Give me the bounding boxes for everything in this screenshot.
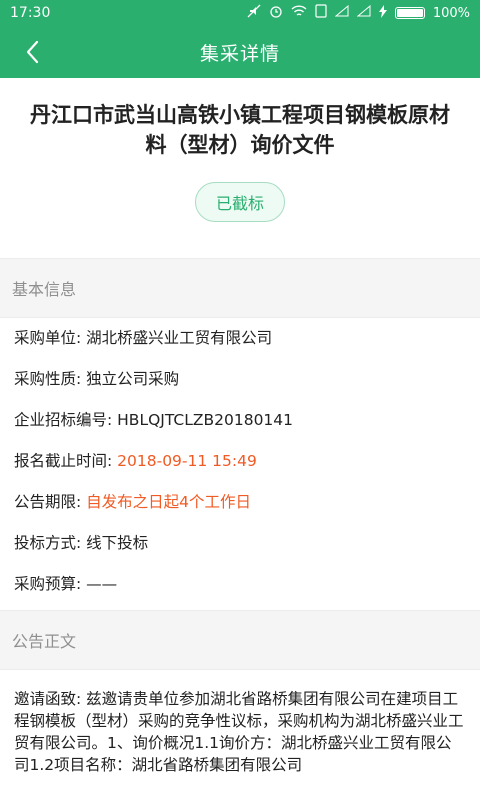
info-label: 采购性质:: [14, 370, 87, 388]
info-value: 2018-09-11 15:49: [117, 452, 257, 470]
battery-icon: [394, 7, 425, 19]
charging-icon: [378, 4, 387, 22]
battery-fill: [396, 9, 423, 17]
status-icons: 100%: [247, 4, 470, 22]
info-row-budget: 采购预算: ——: [14, 574, 466, 594]
status-bar: 17:30 100%: [0, 0, 480, 26]
info-label: 投标方式:: [14, 534, 87, 552]
info-row-code: 企业招标编号: HBLQJTCLZB20180141: [14, 410, 466, 430]
info-row-deadline: 报名截止时间: 2018-09-11 15:49: [14, 451, 466, 471]
info-value: 自发布之日起4个工作日: [86, 493, 252, 511]
info-value: 线下投标: [86, 534, 149, 552]
info-value: ——: [86, 575, 118, 593]
sim-icon: [315, 4, 327, 22]
page-title: 集采详情: [199, 42, 280, 65]
signal-icon-1: [334, 4, 349, 21]
document-header: 丹江口市武当山高铁小镇工程项目钢模板原材料（型材）询价文件 已截标: [0, 78, 480, 222]
section-basic-info: 基本信息: [0, 258, 480, 318]
info-value: HBLQJTCLZB20180141: [117, 411, 294, 429]
info-label: 报名截止时间:: [14, 452, 118, 470]
document-title: 丹江口市武当山高铁小镇工程项目钢模板原材料（型材）询价文件: [30, 103, 450, 157]
info-row-nature: 采购性质: 独立公司采购: [14, 369, 466, 389]
app-bar: 集采详情: [0, 26, 480, 78]
alarm-icon: [269, 4, 283, 22]
signal-icon-2: [356, 4, 371, 21]
info-row-method: 投标方式: 线下投标: [14, 533, 466, 553]
chevron-left-icon: [26, 40, 39, 64]
info-label: 采购预算:: [14, 575, 87, 593]
status-badge: 已截标: [195, 182, 285, 222]
wifi-icon: [291, 4, 307, 22]
info-label: 采购单位:: [14, 329, 87, 347]
mute-icon: [247, 4, 261, 22]
basic-info-list: 采购单位: 湖北桥盛兴业工贸有限公司 采购性质: 独立公司采购 企业招标编号: …: [0, 318, 480, 610]
info-row-period: 公告期限: 自发布之日起4个工作日: [14, 492, 466, 512]
section-notice: 公告正文: [0, 610, 480, 670]
info-label: 企业招标编号:: [14, 411, 118, 429]
notice-body: 邀请函致: 兹邀请贵单位参加湖北省路桥集团有限公司在建项目工程钢模板（型材）采购…: [14, 690, 464, 774]
info-row-unit: 采购单位: 湖北桥盛兴业工贸有限公司: [14, 328, 466, 348]
status-time: 17:30: [10, 5, 51, 21]
info-value: 独立公司采购: [86, 370, 180, 388]
status-wrap: 已截标: [20, 182, 460, 222]
info-label: 公告期限:: [14, 493, 87, 511]
back-button[interactable]: [12, 26, 52, 78]
info-value: 湖北桥盛兴业工贸有限公司: [86, 329, 273, 347]
battery-percent: 100%: [432, 5, 470, 21]
notice-body-container[interactable]: 邀请函致: 兹邀请贵单位参加湖北省路桥集团有限公司在建项目工程钢模板（型材）采购…: [0, 670, 480, 776]
